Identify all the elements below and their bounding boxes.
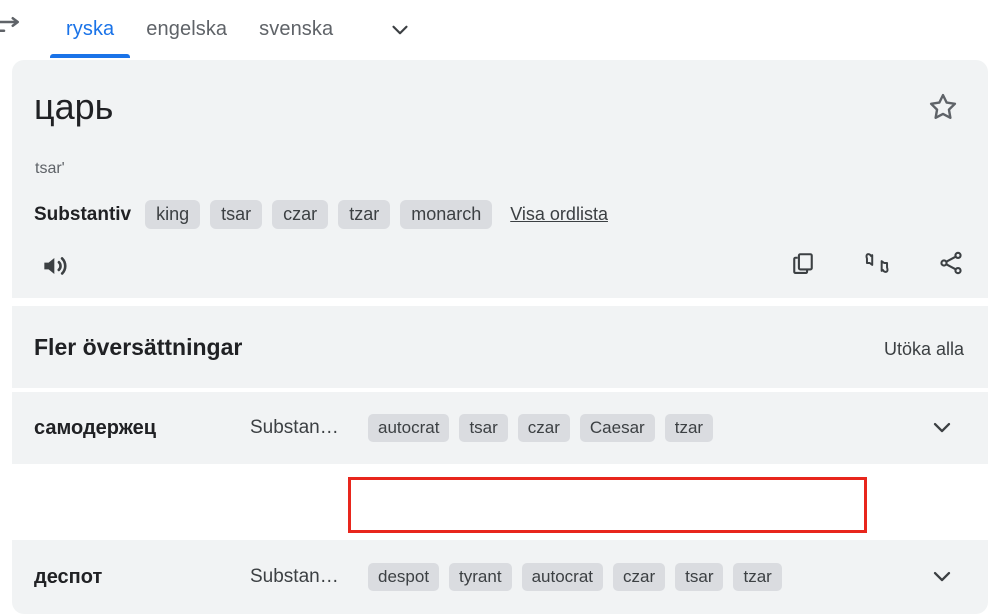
translation-chip[interactable]: king [145,200,201,229]
chevron-down-icon[interactable] [378,14,422,46]
table-row[interactable]: самодержец Substan… autocrat tsar czar C… [12,392,988,464]
tab-engelska-label: engelska [146,17,228,40]
tab-engelska[interactable]: engelska [130,0,243,58]
tab-ryska[interactable]: ryska [50,0,131,58]
row-source-word: самодержец [34,416,157,439]
transliteration: tsar' [35,160,65,177]
translation-chip[interactable]: czar [613,563,666,591]
chevron-down-icon[interactable] [928,562,958,592]
translation-chip[interactable]: czar [272,200,329,229]
language-tab-bar: ryska engelska svenska [0,0,1000,60]
translation-chip[interactable]: tzar [733,563,782,591]
translation-chip[interactable]: autocrat [368,414,450,442]
share-icon[interactable] [936,248,966,278]
language-tabs: ryska engelska svenska [50,0,349,58]
row-part-of-speech: Substan… [250,417,339,438]
chevron-down-icon[interactable] [928,413,958,443]
entry-actions [788,248,966,278]
row-source-word: деспот [34,565,103,588]
row-translation-chips: despot tyrant autocrat czar tsar tzar [368,563,782,591]
translation-chip[interactable]: despot [368,563,440,591]
translation-chip[interactable]: tsar [210,200,263,229]
tab-svenska[interactable]: svenska [243,0,349,58]
table-row[interactable]: деспот Substan… despot tyrant autocrat c… [12,540,988,614]
translation-chip[interactable]: tzar [664,414,714,442]
translation-chip[interactable]: tsar [675,563,724,591]
translation-chip[interactable]: autocrat [521,563,604,591]
translation-chip[interactable]: monarch [400,200,493,229]
part-of-speech-label: Substantiv [34,203,132,225]
translation-chip[interactable]: czar [517,414,570,442]
speaker-icon[interactable] [39,250,71,282]
more-translations-title: Fler översättningar [34,334,243,360]
translation-chip[interactable]: tsar [459,414,508,442]
more-translations-header: Fler översättningar Utöka alla [12,306,988,388]
annotation-highlight-box [348,477,867,533]
star-outline-icon[interactable] [926,90,960,124]
source-word: царь [34,86,114,127]
thumbs-up-down-icon[interactable] [862,248,892,278]
show-wordlist-link[interactable]: Visa ordlista [510,204,608,225]
copy-icon[interactable] [788,248,818,278]
translation-chip[interactable]: tzar [338,200,391,229]
swap-languages-icon[interactable] [0,12,24,42]
expand-all-button[interactable]: Utöka alla [884,339,964,360]
row-translation-chips: autocrat tsar czar Caesar tzar [368,414,714,442]
translation-chip[interactable]: Caesar [579,414,655,442]
translation-chip[interactable]: tyrant [449,563,512,591]
tab-svenska-label: svenska [259,17,334,40]
translation-entry-card: царь tsar' Substantiv king tsar czar tza… [12,60,988,298]
tab-ryska-label: ryska [66,17,115,40]
row-part-of-speech: Substan… [250,566,339,587]
part-of-speech-row: Substantiv king tsar czar tzar monarch V… [34,200,608,229]
